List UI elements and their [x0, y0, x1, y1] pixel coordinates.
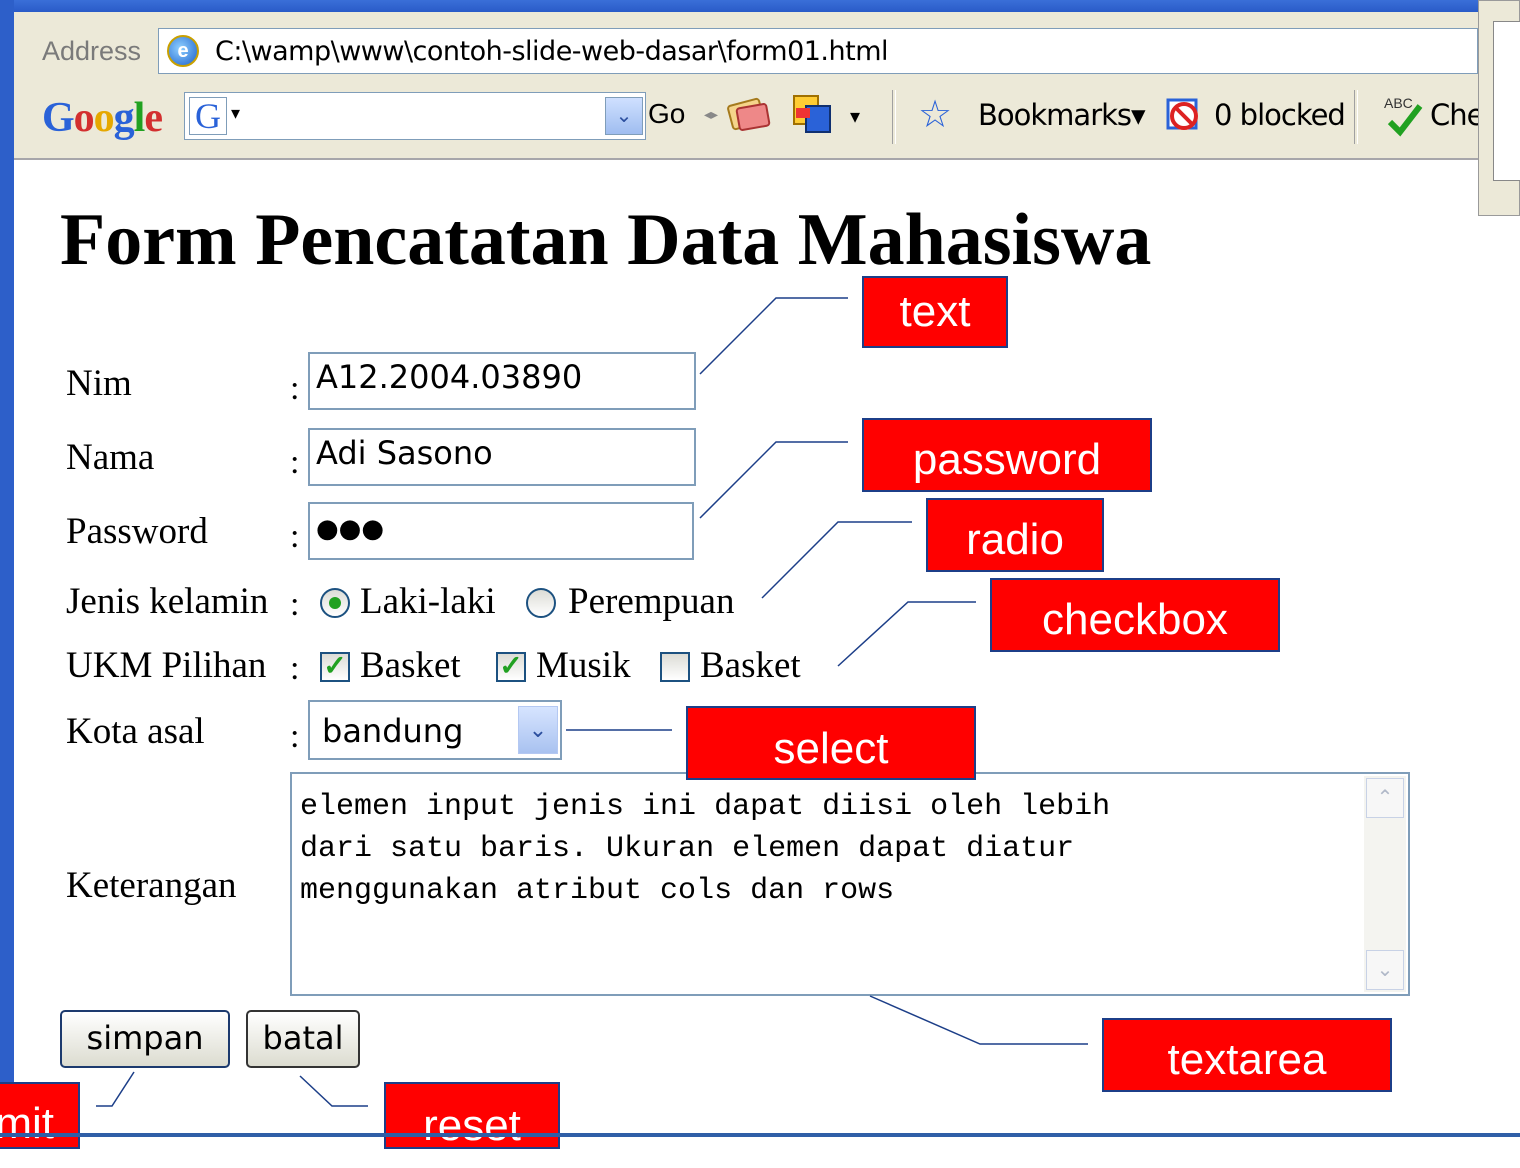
check-button[interactable]: Chec — [1430, 98, 1480, 132]
page-title: Form Pencatatan Data Mahasiswa — [60, 199, 1152, 281]
ie-page-icon: e — [167, 35, 199, 67]
window-frame-left — [0, 0, 14, 1149]
address-label: Address — [42, 36, 142, 66]
kota-label: Kota asal — [66, 711, 205, 752]
callout-textarea: textarea — [1102, 1018, 1392, 1092]
slide-bottom-line — [0, 1133, 1520, 1137]
background-window-panel — [1478, 0, 1520, 216]
password-input[interactable]: ●●● — [308, 502, 694, 560]
callout-password: password — [862, 418, 1152, 492]
news-icon[interactable] — [726, 96, 772, 134]
address-value[interactable]: C:\wamp\www\contoh-slide-web-dasar\form0… — [215, 36, 889, 67]
google-logo[interactable]: Google — [42, 94, 163, 142]
password-label: Password — [66, 511, 208, 552]
google-search-box[interactable]: G ▾ ⌄ — [184, 92, 646, 140]
arrows-icon: ◂▸ — [704, 106, 719, 122]
colon: : — [290, 518, 300, 555]
colon: : — [290, 718, 300, 755]
radio-laki-laki[interactable] — [320, 588, 350, 618]
callout-checkbox: checkbox — [990, 578, 1280, 652]
address-bar[interactable]: e C:\wamp\www\contoh-slide-web-dasar\for… — [158, 28, 1478, 74]
popup-blocker-icon[interactable] — [1164, 96, 1202, 134]
callout-select: select — [686, 706, 976, 780]
checkbox-basket[interactable]: ✓ — [320, 652, 350, 682]
colon: : — [290, 444, 300, 481]
colon: : — [290, 370, 300, 407]
scroll-down-icon[interactable]: ⌄ — [1366, 950, 1404, 990]
blocked-count[interactable]: 0 blocked — [1214, 98, 1346, 132]
colon: : — [290, 650, 300, 687]
submit-button[interactable]: simpan — [60, 1010, 230, 1068]
callout-radio: radio — [926, 498, 1104, 572]
google-g-icon[interactable]: G — [189, 97, 227, 135]
toolbar-separator — [1354, 90, 1358, 144]
callout-submit: mit — [0, 1082, 80, 1149]
spellcheck-icon[interactable]: ABC — [1380, 92, 1426, 138]
spellcheck-icon-text: ABC — [1384, 95, 1413, 111]
checkbox-musik[interactable]: ✓ — [496, 652, 526, 682]
radio-label: Perempuan — [568, 581, 735, 622]
checkbox-label: Basket — [700, 645, 801, 686]
nim-label: Nim — [66, 363, 132, 404]
radio-perempuan[interactable] — [526, 588, 556, 618]
toolbar-separator — [892, 90, 896, 144]
kota-select[interactable]: bandung ⌄ — [308, 700, 562, 760]
callout-text: text — [862, 276, 1008, 348]
background-window — [1478, 0, 1520, 230]
chevron-down-icon[interactable]: ⌄ — [518, 706, 558, 754]
background-window-inner — [1493, 21, 1520, 181]
checkbox-label: Musik — [536, 645, 631, 686]
google-toolbar: Google G ▾ ⌄ Go ◂▸ ▾ ☆ Bookmarks▾ 0 bloc… — [14, 84, 1480, 150]
ukm-label: UKM Pilihan — [66, 645, 267, 686]
nama-input[interactable]: Adi Sasono — [308, 428, 696, 486]
chevron-down-icon[interactable]: ▾ — [231, 103, 240, 124]
chevron-down-icon[interactable]: ▾ — [850, 104, 860, 129]
pagerank-icon[interactable] — [790, 92, 834, 136]
keterangan-label: Keterangan — [66, 865, 237, 906]
radio-label: Laki-laki — [360, 581, 496, 622]
keterangan-textarea[interactable]: elemen input jenis ini dapat diisi oleh … — [290, 772, 1410, 996]
checkbox-basket-2[interactable] — [660, 652, 690, 682]
go-button[interactable]: Go — [648, 98, 685, 130]
nama-label: Nama — [66, 437, 155, 478]
callout-reset: reset — [384, 1082, 560, 1150]
scroll-up-icon[interactable]: ⌃ — [1366, 778, 1404, 818]
gender-label: Jenis kelamin — [66, 581, 269, 622]
colon: : — [290, 586, 300, 623]
nim-input[interactable]: A12.2004.03890 — [308, 352, 696, 410]
search-dropdown-button[interactable]: ⌄ — [605, 97, 643, 135]
kota-selected-value: bandung — [322, 712, 464, 750]
reset-button[interactable]: batal — [246, 1010, 360, 1068]
checkbox-label: Basket — [360, 645, 461, 686]
bookmarks-star-icon[interactable]: ☆ — [918, 92, 952, 137]
bookmarks-button[interactable]: Bookmarks▾ — [978, 98, 1146, 132]
textarea-scrollbar[interactable]: ⌃ ⌄ — [1364, 776, 1406, 992]
textarea-content[interactable]: elemen input jenis ini dapat diisi oleh … — [300, 786, 1350, 912]
window-titlebar — [0, 0, 1520, 12]
